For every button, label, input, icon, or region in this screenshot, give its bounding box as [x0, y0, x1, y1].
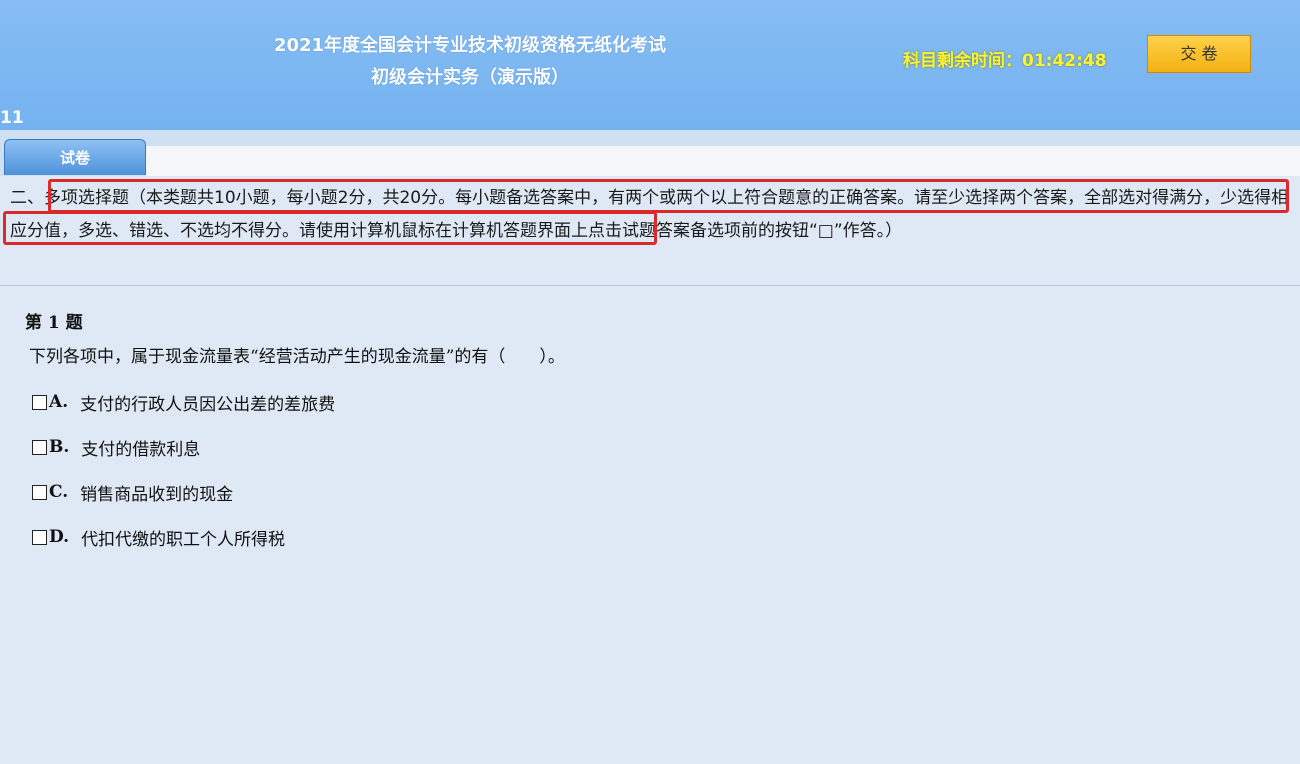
option-text: 销售商品收到的现金 [80, 484, 234, 505]
option-letter: D. [49, 527, 70, 547]
divider [0, 285, 1300, 286]
option-text: 代扣代缴的职工个人所得税 [81, 529, 286, 550]
question-number: 第 1 题 [25, 313, 83, 333]
checkbox[interactable] [32, 394, 47, 410]
exam-title: 2021年度全国会计专业技术初级资格无纸化考试 初级会计实务（演示版） [200, 30, 740, 94]
remaining-time: 科目剩余时间：01:42:48 [903, 46, 1107, 71]
checkbox[interactable] [32, 484, 47, 500]
instruction-prefix: 二、 [10, 188, 44, 208]
option-b[interactable]: B. 支付的借款利息 [32, 433, 1226, 461]
tab-exam-paper[interactable]: 试卷 [4, 139, 146, 175]
option-letter: B. [49, 437, 70, 457]
submit-exam-button[interactable]: 交 卷 [1147, 35, 1251, 73]
exam-header: 2021年度全国会计专业技术初级资格无纸化考试 初级会计实务（演示版） 科目剩余… [0, 0, 1300, 130]
option-letter: A. [49, 392, 69, 412]
option-d[interactable]: D. 代扣代缴的职工个人所得税 [32, 523, 1226, 551]
question-stem: 下列各项中，属于现金流量表“经营活动产生的现金流量”的有（ ）。 [29, 347, 565, 367]
checkbox[interactable] [32, 529, 47, 545]
option-text: 支付的借款利息 [81, 439, 201, 460]
option-a[interactable]: A. 支付的行政人员因公出差的差旅费 [32, 388, 1226, 416]
exam-id-label: 11 [0, 108, 24, 128]
exam-title-line2: 初级会计实务（演示版） [371, 67, 569, 88]
option-text: 支付的行政人员因公出差的差旅费 [80, 394, 336, 415]
timer-label: 科目剩余时间： [903, 51, 1022, 71]
highlight-box [48, 179, 1289, 213]
timer-value: 01:42:48 [1022, 51, 1107, 71]
option-letter: C. [49, 482, 69, 502]
highlight-box [3, 211, 657, 245]
exam-title-line1: 2021年度全国会计专业技术初级资格无纸化考试 [273, 35, 667, 56]
question-block: 第 1 题 下列各项中，属于现金流量表“经营活动产生的现金流量”的有（ ）。 A… [25, 309, 1226, 551]
option-c[interactable]: C. 销售商品收到的现金 [32, 478, 1226, 506]
tab-strip [146, 146, 1300, 176]
checkbox[interactable] [32, 439, 47, 455]
